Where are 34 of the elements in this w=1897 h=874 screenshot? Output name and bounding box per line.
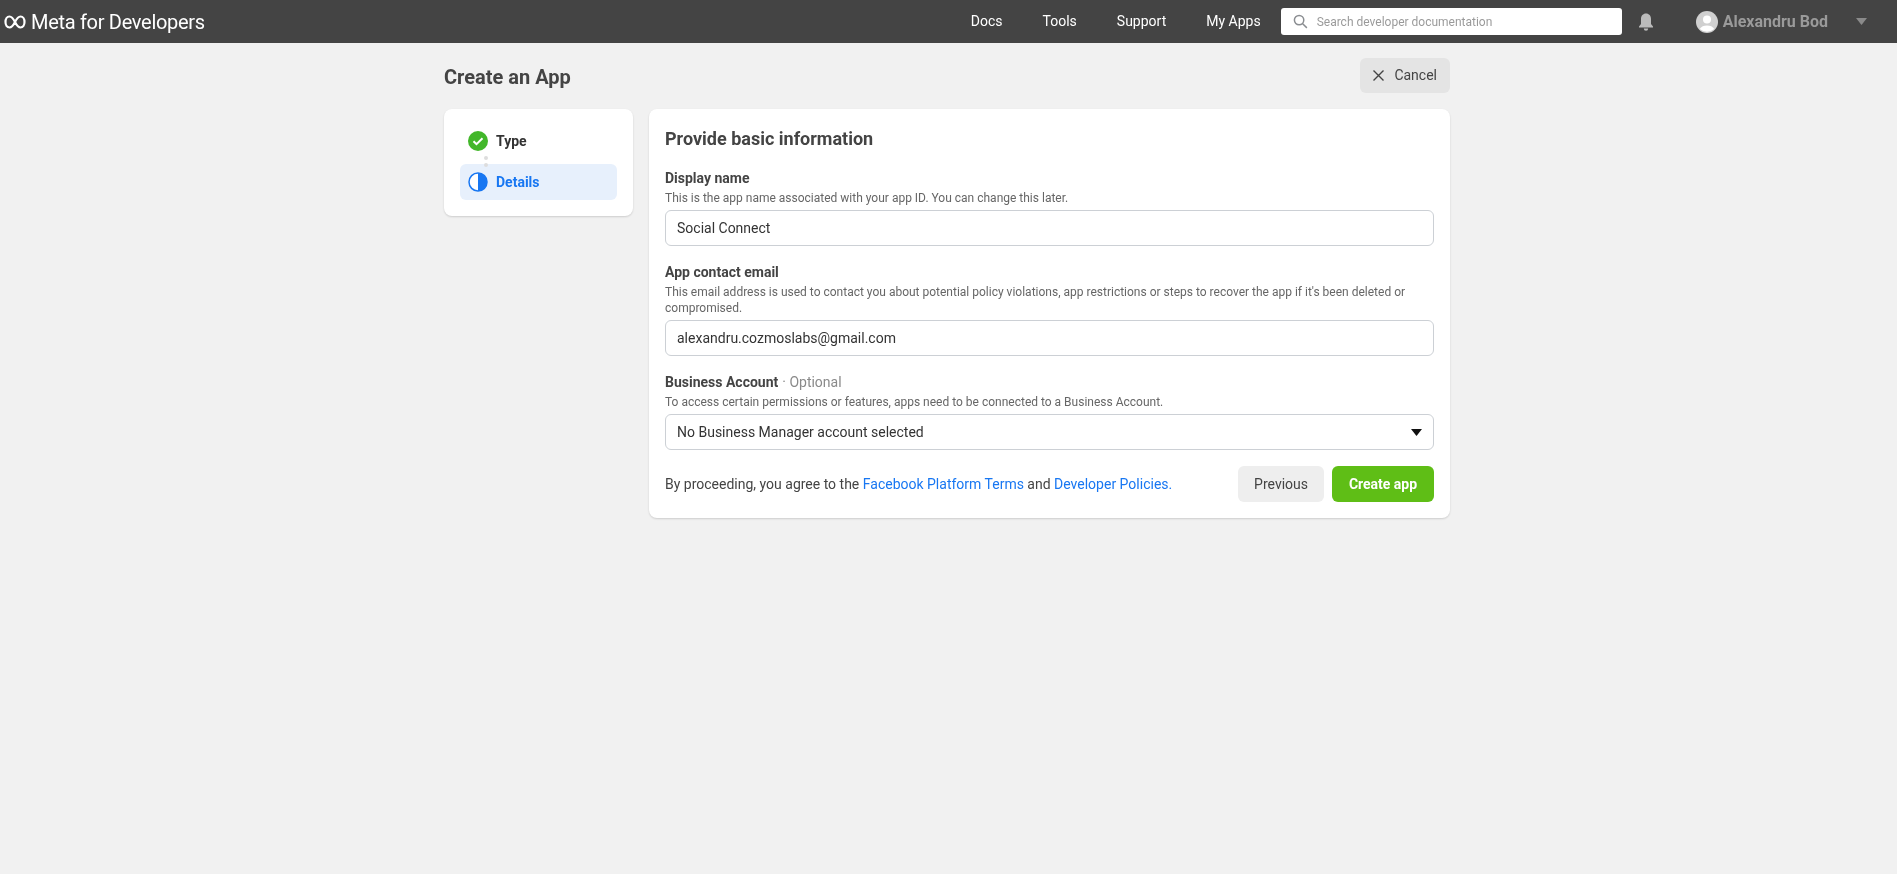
half-circle-icon	[468, 172, 488, 192]
site-logo[interactable]: Meta for Developers	[31, 6, 205, 37]
nav-link[interactable]: Docs	[970, 11, 1003, 32]
optional-label: · Optional	[782, 373, 842, 392]
cancel-button[interactable]: Cancel	[1360, 57, 1450, 93]
bell-icon[interactable]	[1637, 12, 1654, 31]
page-title: Create an App	[444, 64, 571, 91]
nav-link[interactable]: Tools	[1042, 11, 1077, 32]
nav-link[interactable]: My Apps	[1206, 11, 1261, 32]
agreement-text: By proceeding, you agree to the Facebook Platform Terms and Developer Policies.	[665, 474, 1173, 494]
text-field[interactable]: alexandru.cozmoslabs@gmail.com	[665, 320, 1434, 356]
search-icon	[1292, 14, 1308, 29]
step-item[interactable]: Type	[460, 123, 617, 159]
policy-link[interactable]: Facebook Platform Terms	[862, 475, 1024, 492]
previous-button[interactable]: Previous	[1238, 466, 1324, 502]
check-circle-icon	[468, 131, 488, 151]
field-help: To access certain permissions or features, apps need to be connected to a Business Account.	[665, 394, 1165, 410]
caret-icon[interactable]	[1856, 18, 1867, 25]
field-label: Business Account	[665, 373, 779, 392]
search-field[interactable]: Search developer documentation	[1280, 8, 1622, 35]
text-field[interactable]: Social Connect	[665, 210, 1434, 246]
nav-link[interactable]: Support	[1116, 11, 1167, 32]
form-title: Provide basic information	[665, 127, 875, 151]
avatar-icon[interactable]	[1695, 10, 1718, 33]
dropdown-field[interactable]: No Business Manager account selected	[665, 414, 1434, 450]
field-label: App contact email	[665, 263, 779, 282]
infinity-logo-icon	[4, 14, 26, 29]
field-help: This is the app name associated with your app ID. You can change this later.	[665, 190, 1070, 206]
caret-icon	[1411, 428, 1422, 436]
step-item[interactable]: Details	[460, 164, 617, 200]
field-help: This email address is used to contact you about potential policy violations, app restrictions or steps to recover the app if it's been deleted or compromised.	[665, 284, 1407, 316]
policy-link[interactable]: Developer Policies.	[1054, 475, 1173, 492]
field-label: Display name	[665, 169, 750, 188]
close-icon	[1373, 69, 1385, 81]
